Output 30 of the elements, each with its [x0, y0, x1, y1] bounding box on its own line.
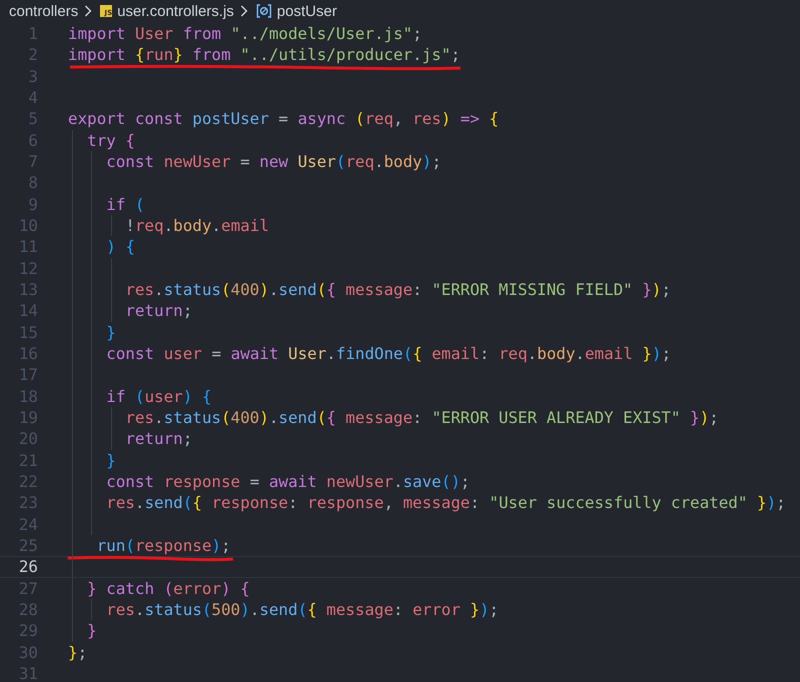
variable-symbol-icon [256, 4, 272, 18]
code-line: } catch (error) { [86, 578, 250, 598]
code-line: res.status(400).send({ message: "ERROR MISSING FIELD" }); [124, 280, 671, 300]
code-line: }; [68, 642, 88, 662]
code-line: return; [124, 429, 192, 448]
code-line: if ( [105, 194, 145, 214]
code-line: } [86, 621, 97, 640]
chevron-icon [84, 5, 92, 17]
breadcrumb-item[interactable]: controllers [9, 2, 78, 20]
chevron-icon [240, 5, 248, 17]
code-line: const user = await User.findOne({ email: req.body.email }); [105, 344, 672, 364]
breadcrumb-item[interactable]: postUser [276, 2, 337, 20]
code-line: import {run} from "../utils/producer.js"; [68, 45, 460, 64]
code-line: res.send({ response: response, message: "User successfully created" }); [105, 493, 786, 512]
code-line: import User from "../models/User.js"; [68, 24, 422, 44]
line-number: 26 [18, 557, 38, 576]
code-line: } [105, 450, 116, 470]
code-line: export const postUser = async (req, res) => { [68, 109, 499, 128]
code-line: const response = await newUser.save(); [105, 472, 470, 492]
code-line: res.status(400).send({ message: "ERROR USER ALREADY EXIST" }); [124, 408, 719, 428]
code-line: try { [86, 130, 135, 150]
code-line: const newUser = new User(req.body); [105, 152, 442, 172]
code-line: res.status(500).send({ message: error }); [105, 600, 499, 620]
code-line: ) { [105, 237, 136, 256]
code-line: !req.body.email [124, 216, 269, 236]
breadcrumb-item[interactable]: user.controllers.js [117, 2, 234, 20]
code-line: run(response); [96, 536, 231, 556]
code-line: return; [124, 301, 192, 320]
code-line: if (user) { [105, 386, 212, 406]
code-line: } [105, 322, 116, 342]
